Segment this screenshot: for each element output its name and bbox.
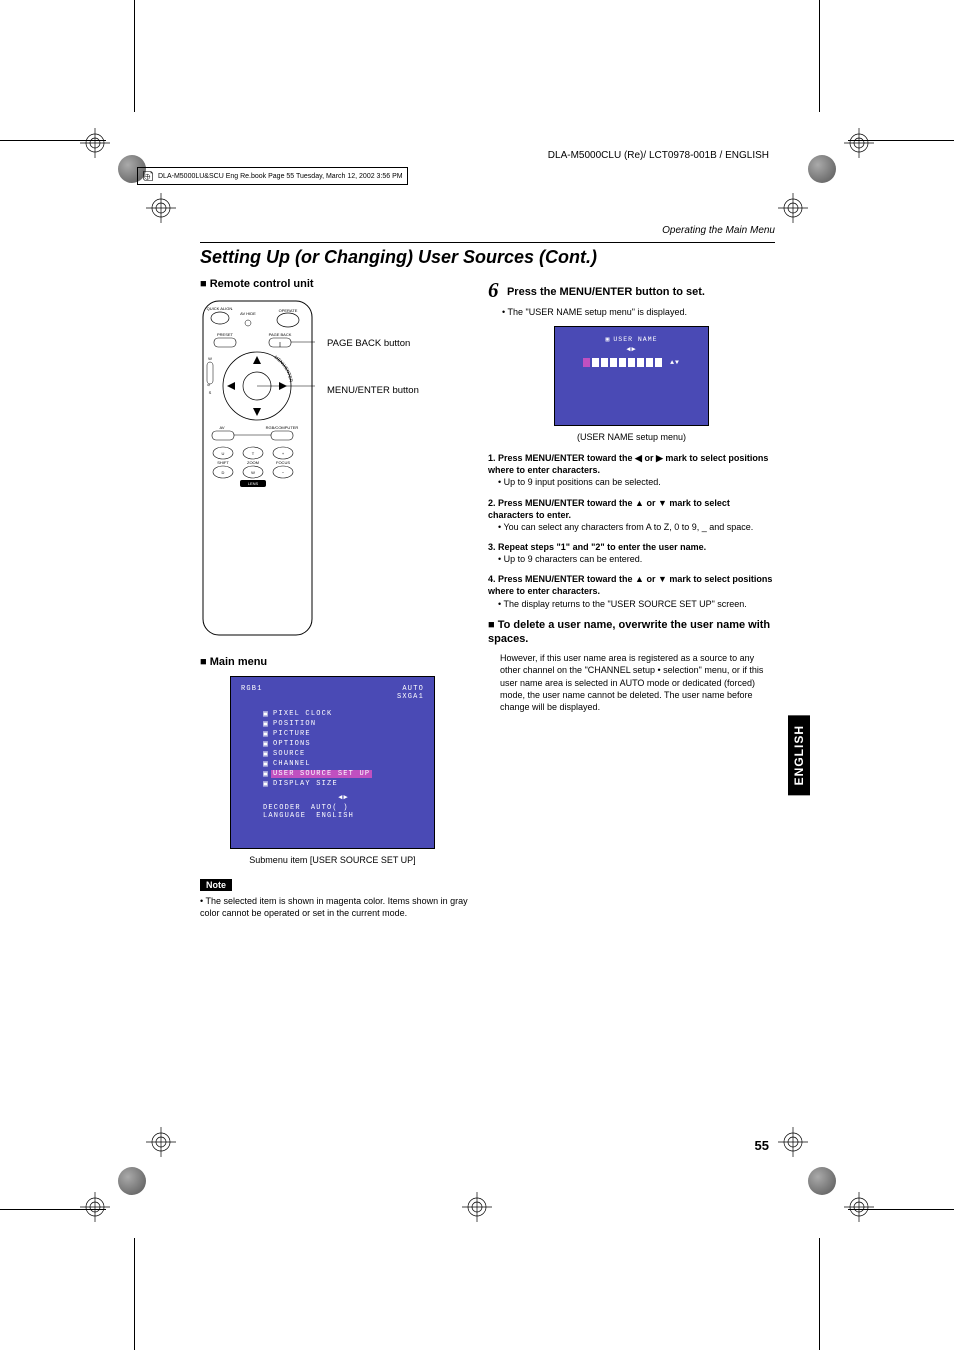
language-tab: ENGLISH bbox=[788, 715, 810, 795]
corner-mark-br bbox=[808, 1167, 836, 1195]
username-setup-screen: ▣ USER NAME ◀▶ ▲▼ bbox=[554, 326, 709, 426]
substep-2-note: • You can select any characters from A t… bbox=[498, 521, 775, 533]
menu-item: DISPLAY SIZE bbox=[273, 780, 338, 788]
delete-paragraph: However, if this user name area is regis… bbox=[500, 652, 775, 713]
book-info-text: DLA-M5000LU&SCU Eng Re.book Page 55 Tues… bbox=[158, 173, 403, 180]
doc-id: DLA-M5000CLU (Re)/ LCT0978-001B / ENGLIS… bbox=[548, 150, 769, 161]
registration-mark bbox=[844, 128, 874, 158]
callout-page-back: PAGE BACK button bbox=[327, 338, 419, 349]
note-badge: Note bbox=[200, 879, 232, 891]
main-menu-screen: RGB1 AUTO SXGA1 ▣PIXEL CLOCK ▣POSITION ▣… bbox=[230, 676, 435, 849]
step-bullet: • The "USER NAME setup menu" is displaye… bbox=[502, 306, 775, 318]
book-info: DLA-M5000LU&SCU Eng Re.book Page 55 Tues… bbox=[137, 167, 408, 185]
page-number: 55 bbox=[755, 1138, 769, 1153]
note-text: • The selected item is shown in magenta … bbox=[200, 895, 470, 919]
svg-text:AV HIDE: AV HIDE bbox=[240, 311, 256, 316]
arrows-icon: ◀▶ bbox=[263, 793, 424, 802]
svg-text:AV: AV bbox=[219, 425, 224, 430]
section-title: Setting Up (or Changing) User Sources (C… bbox=[200, 247, 775, 268]
screen-auto: AUTO bbox=[402, 685, 424, 693]
substep-2: 2. Press MENU/ENTER toward the ▲ or ▼ ma… bbox=[488, 498, 730, 520]
menu-item: PICTURE bbox=[273, 730, 311, 738]
svg-text:RGB/COMPUTER: RGB/COMPUTER bbox=[266, 425, 299, 430]
screen-mode: SXGA1 bbox=[397, 693, 424, 701]
arrows-lr-icon: ◀▶ bbox=[563, 345, 700, 354]
language-value: ENGLISH bbox=[316, 812, 354, 820]
menu-item: OPTIONS bbox=[273, 740, 311, 748]
registration-mark bbox=[462, 1192, 492, 1222]
registration-mark bbox=[778, 193, 808, 223]
substep-4-note: • The display returns to the "USER SOURC… bbox=[498, 598, 775, 610]
svg-text:SHIFT: SHIFT bbox=[217, 460, 229, 465]
registration-mark bbox=[80, 1192, 110, 1222]
substep-3: 3. Repeat steps "1" and "2" to enter the… bbox=[488, 542, 706, 552]
remote-heading: Remote control unit bbox=[200, 278, 470, 290]
mini-screen-title: USER NAME bbox=[613, 336, 657, 343]
svg-text:PAGE BACK: PAGE BACK bbox=[269, 332, 292, 337]
registration-mark bbox=[146, 193, 176, 223]
menu-item: CHANNEL bbox=[273, 760, 311, 768]
decoder-value: AUTO( ) bbox=[311, 804, 349, 812]
corner-mark-bl bbox=[118, 1167, 146, 1195]
screen-source: RGB1 bbox=[241, 685, 263, 701]
screen-caption: Submenu item [USER SOURCE SET UP] bbox=[230, 855, 435, 865]
svg-text:LENS: LENS bbox=[248, 481, 259, 486]
main-menu-heading: Main menu bbox=[200, 656, 470, 668]
registration-mark bbox=[146, 1127, 176, 1157]
svg-text:W: W bbox=[208, 356, 212, 361]
registration-mark bbox=[80, 128, 110, 158]
menu-item-selected: USER SOURCE SET UP bbox=[271, 770, 372, 778]
substep-1-note: • Up to 9 input positions can be selecte… bbox=[498, 476, 775, 488]
svg-text:ZOOM: ZOOM bbox=[247, 460, 259, 465]
svg-text:PRESET: PRESET bbox=[217, 332, 234, 337]
menu-item: PIXEL CLOCK bbox=[273, 710, 332, 718]
svg-text:QUICK ALIGN.: QUICK ALIGN. bbox=[207, 306, 234, 311]
menu-item: SOURCE bbox=[273, 750, 305, 758]
substep-4: 4. Press MENU/ENTER toward the ▲ or ▼ ma… bbox=[488, 574, 772, 596]
corner-mark-tr bbox=[808, 155, 836, 183]
remote-control-diagram: QUICK ALIGN. AV HIDE OPERATE PRESET PAGE… bbox=[200, 298, 315, 638]
book-icon bbox=[142, 170, 154, 182]
step-number: 6 bbox=[488, 278, 499, 302]
registration-mark bbox=[778, 1127, 808, 1157]
svg-text:D: D bbox=[222, 470, 225, 475]
svg-text:S: S bbox=[209, 390, 212, 395]
mini-screen-caption: (USER NAME setup menu) bbox=[488, 432, 775, 442]
svg-text:OPERATE: OPERATE bbox=[279, 308, 298, 313]
step-instruction: Press the MENU/ENTER button to set. bbox=[507, 286, 705, 298]
decoder-label: DECODER bbox=[263, 804, 301, 812]
language-label: LANGUAGE bbox=[263, 812, 306, 820]
callout-menu-enter: MENU/ENTER button bbox=[327, 385, 419, 396]
arrows-ud-icon: ▲▼ bbox=[670, 359, 680, 366]
svg-text:FOCUS: FOCUS bbox=[276, 460, 290, 465]
substep-3-note: • Up to 9 characters can be entered. bbox=[498, 553, 775, 565]
delete-heading: To delete a user name, overwrite the use… bbox=[488, 618, 775, 647]
registration-mark bbox=[844, 1192, 874, 1222]
menu-item: POSITION bbox=[273, 720, 316, 728]
svg-text:W: W bbox=[251, 470, 255, 475]
svg-text:U: U bbox=[222, 451, 225, 456]
substep-1: 1. Press MENU/ENTER toward the ◀ or ▶ ma… bbox=[488, 453, 768, 475]
breadcrumb: Operating the Main Menu bbox=[200, 225, 775, 236]
